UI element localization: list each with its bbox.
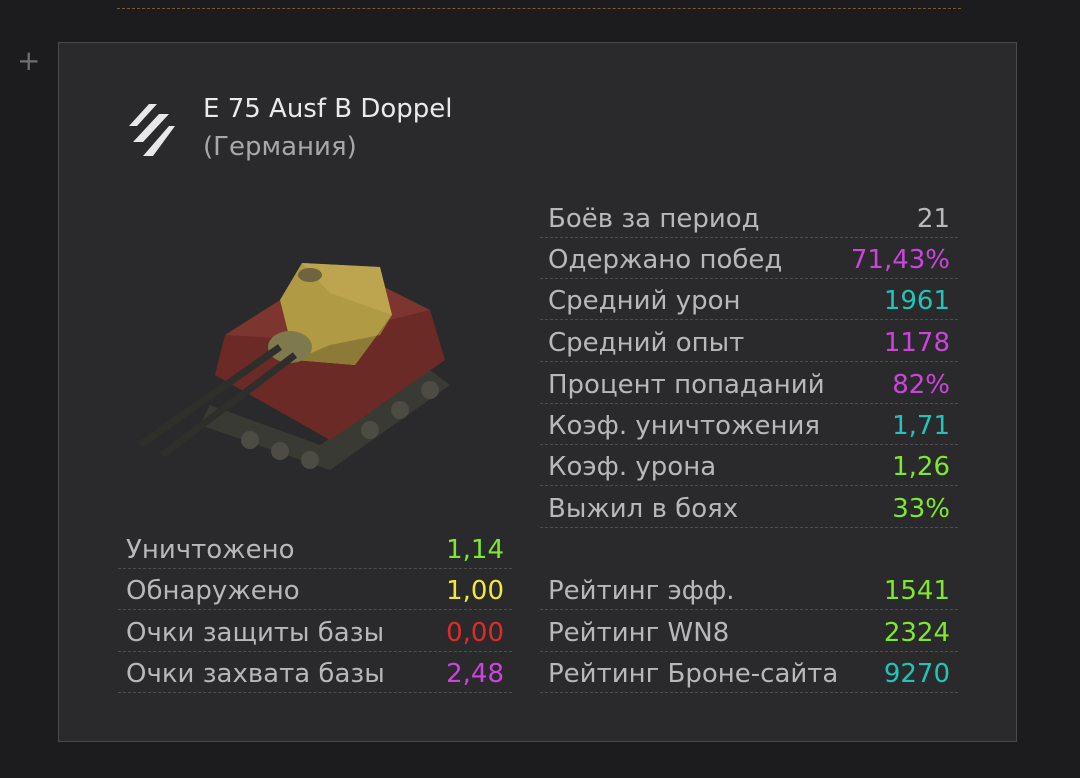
stat-value: 0,00 (446, 618, 504, 648)
stat-value: 33% (892, 494, 950, 524)
stat-value: 1,26 (892, 452, 950, 482)
rating-row: Рейтинг Броне-сайта 9270 (540, 653, 958, 693)
rating-value: 1541 (883, 576, 950, 606)
rating-value: 2324 (883, 618, 950, 648)
stat-label: Очки захвата базы (126, 659, 385, 689)
add-icon[interactable]: + (17, 47, 40, 75)
stat-label: Средний опыт (548, 328, 745, 358)
stat-label: Выжил в боях (548, 494, 739, 524)
stat-row: Процент попаданий 82% (540, 364, 958, 404)
stat-row: Выжил в боях 33% (540, 488, 958, 528)
stat-row: Одержано побед 71,43% (540, 239, 958, 279)
stat-label: Процент попаданий (548, 370, 825, 400)
stat-label: Средний урон (548, 286, 741, 316)
stat-value: 1,00 (446, 576, 504, 606)
stat-value: 82% (892, 370, 950, 400)
stat-label: Обнаружено (126, 576, 300, 606)
previous-card-edge (117, 0, 961, 9)
stat-row: Очки защиты базы 0,00 (118, 612, 512, 652)
tank-name: E 75 Ausf B Doppel (203, 94, 453, 124)
stat-row: Уничтожено 1,14 (118, 529, 512, 569)
stat-row: Средний урон 1961 (540, 280, 958, 320)
stat-value: 1,71 (892, 411, 950, 441)
stat-row: Коэф. уничтожения 1,71 (540, 405, 958, 445)
stat-row: Боёв за период 21 (540, 198, 958, 238)
stat-row: Средний опыт 1178 (540, 322, 958, 362)
stat-value: 1961 (883, 286, 950, 316)
stat-row: Очки захвата базы 2,48 (118, 653, 512, 693)
stat-value: 1178 (883, 328, 950, 358)
rating-row: Рейтинг WN8 2324 (540, 612, 958, 652)
rating-label: Рейтинг эфф. (548, 576, 735, 606)
stat-label: Очки защиты базы (126, 618, 385, 648)
stat-label: Одержано побед (548, 245, 783, 275)
stat-row: Обнаружено 1,00 (118, 570, 512, 610)
rating-label: Рейтинг Броне-сайта (548, 659, 839, 689)
rating-value: 9270 (883, 659, 950, 689)
tier-stripes-icon (129, 104, 175, 156)
tank-nation: (Германия) (203, 132, 357, 162)
stat-value: 2,48 (446, 659, 504, 689)
stat-label: Коэф. уничтожения (548, 411, 821, 441)
stat-label: Уничтожено (126, 535, 295, 565)
stat-value: 21 (916, 204, 950, 234)
rating-label: Рейтинг WN8 (548, 618, 730, 648)
stat-value: 1,14 (446, 535, 504, 565)
tank-image (137, 263, 450, 470)
rating-row: Рейтинг эфф. 1541 (540, 570, 958, 610)
stat-label: Боёв за период (548, 204, 760, 234)
stat-row: Коэф. урона 1,26 (540, 446, 958, 486)
stat-label: Коэф. урона (548, 452, 717, 482)
stat-value: 71,43% (850, 245, 950, 275)
